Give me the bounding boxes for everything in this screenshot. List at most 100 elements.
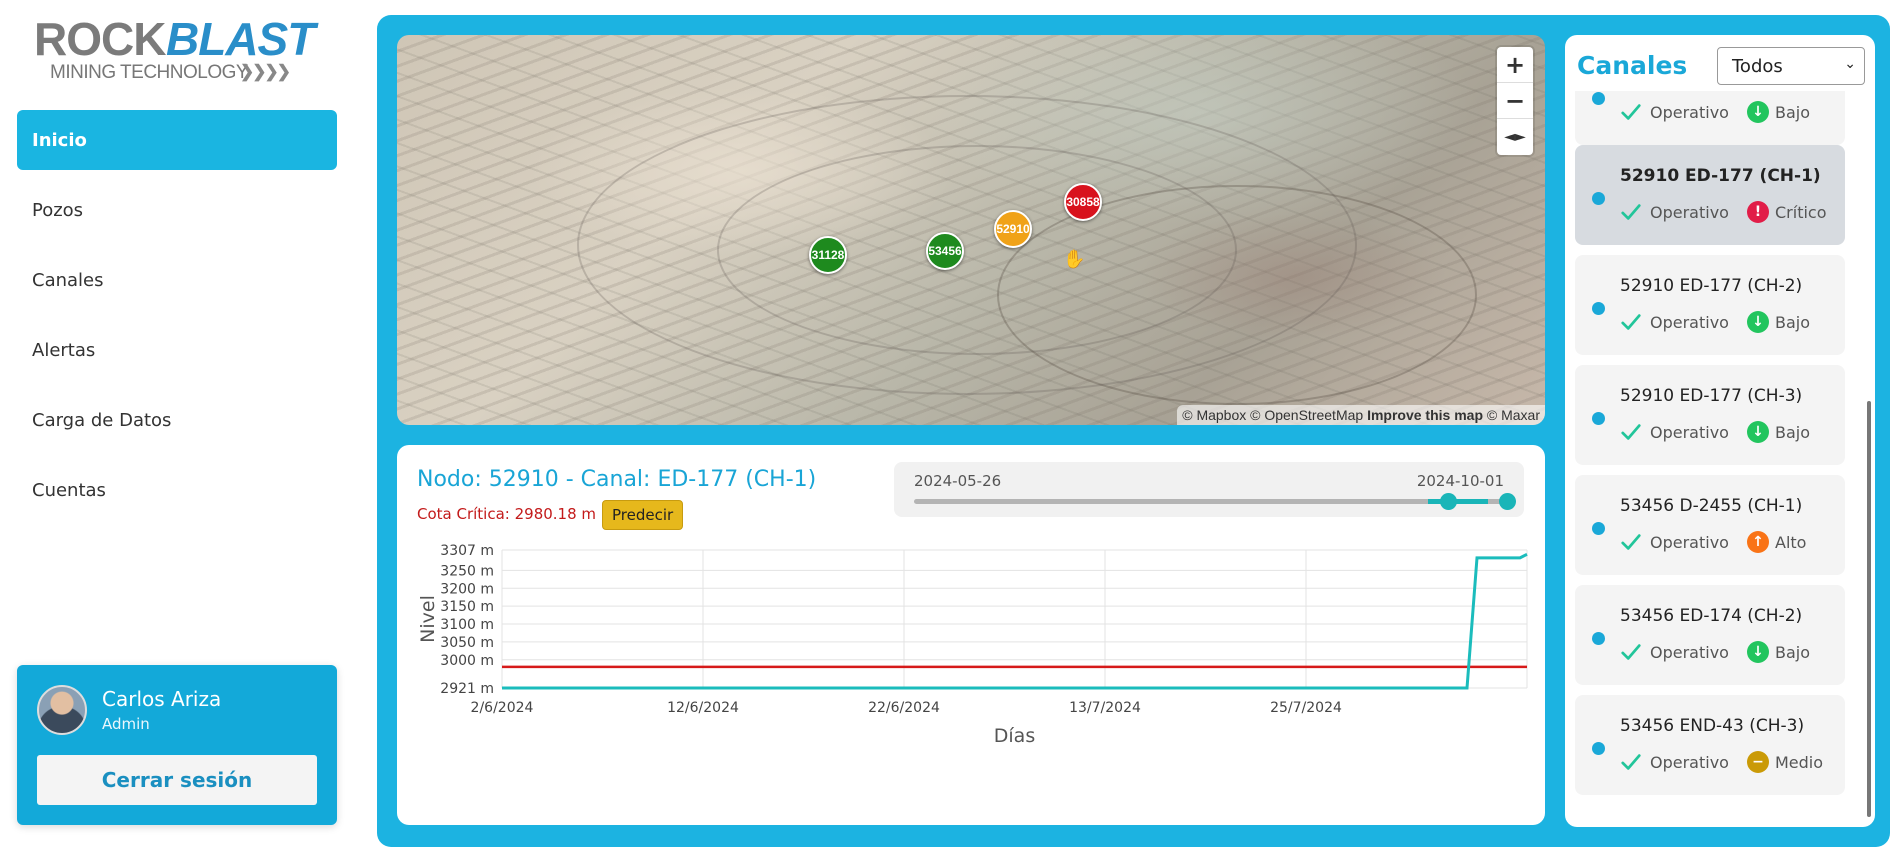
channel-status: Operativo [1650,203,1729,222]
main-nav: Inicio Pozos Canales Alertas Carga de Da… [17,110,337,530]
channel-card[interactable]: 53456 D-2455 (CH-1) Operativo ↑ Alto [1575,475,1845,575]
check-icon [1621,104,1641,120]
channel-title: 52910 ED-177 (CH-1) [1620,166,1821,186]
maxar-link[interactable]: © Maxar [1487,407,1540,423]
x-tick-label: 12/6/2024 [667,700,739,716]
logout-button[interactable]: Cerrar sesión [37,755,317,805]
chevron-down-icon: ⌄ [1844,56,1856,72]
map-marker[interactable]: 53456 [926,232,964,270]
channel-level: Crítico [1775,203,1827,222]
channel-status: Operativo [1650,313,1729,332]
y-tick-label: 3100 m [440,617,494,633]
scrollbar[interactable] [1867,401,1871,817]
avatar [37,685,87,735]
x-tick-label: 2/6/2024 [471,700,534,716]
nav-item-canales[interactable]: Canales [17,250,337,310]
channel-status-dot [1592,522,1605,535]
channels-panel: Canales Todos ⌄ Operativo ↓ Bajo 52910 ED-1… [1565,35,1875,827]
channel-title: 53456 D-2455 (CH-1) [1620,496,1803,516]
y-tick-label: 3250 m [440,563,494,579]
channel-list[interactable]: Operativo ↓ Bajo 52910 ED-177 (CH-1) Operati… [1565,91,1865,827]
logo-blast: BLAST [166,13,315,65]
channel-card[interactable]: 52910 ED-177 (CH-1) Operativo! Crítico [1575,145,1845,245]
x-tick-label: 13/7/2024 [1069,700,1141,716]
range-end-handle[interactable] [1499,493,1516,510]
channel-card[interactable]: 53456 END-43 (CH-3) Operativo − Medio [1575,695,1845,795]
channel-status: Operativo [1650,103,1729,122]
nav-item-carga-de-datos[interactable]: Carga de Datos [17,390,337,450]
compass-button[interactable]: ◄► [1497,119,1533,155]
logo-chevrons: ❯❯❯❯ [240,62,291,81]
improve-map-link[interactable]: Improve this map [1367,407,1483,423]
y-tick-label: 3000 m [440,653,494,669]
zoom-in-button[interactable]: + [1497,47,1533,83]
channel-status: Operativo [1650,753,1729,772]
nav-item-inicio[interactable]: Inicio [17,110,337,170]
channel-level: Alto [1775,533,1807,552]
y-axis-title: Nivel [417,595,439,643]
level-icon: − [1747,751,1769,773]
channel-card[interactable]: 53456 ED-174 (CH-2) Operativo ↓ Bajo [1575,585,1845,685]
satellite-map[interactable]: 31128 53456 52910 30858 ✋ + − ◄► © Mapbo… [397,35,1545,425]
level-icon: ↓ [1747,421,1769,443]
main-panel: 31128 53456 52910 30858 ✋ + − ◄► © Mapbo… [377,15,1890,847]
range-track[interactable] [914,499,1504,504]
rockblast-logo[interactable]: ROCK BLAST MINING TECHNOLOGY ❯❯❯❯ [34,12,315,84]
level-icon: ↓ [1747,311,1769,333]
attribution-text[interactable]: © Mapbox © OpenStreetMap [1182,407,1363,423]
channel-title: 53456 END-43 (CH-3) [1620,716,1805,736]
check-icon [1621,314,1641,330]
channel-title: 53456 ED-174 (CH-2) [1620,606,1803,626]
channel-level: Bajo [1775,423,1811,442]
check-icon [1621,754,1641,770]
channel-filter-select[interactable]: Todos ⌄ [1717,47,1865,85]
channel-card[interactable]: Operativo ↓ Bajo [1575,91,1845,145]
level-icon: ! [1747,201,1769,223]
y-tick-label: 3150 m [440,599,494,615]
date-range-slider: 2024-05-26 2024-10-01 [894,462,1524,517]
channel-status-dot [1592,632,1605,645]
channel-status: Operativo [1650,643,1729,662]
map-controls: + − ◄► [1497,47,1533,155]
channel-level: Bajo [1775,103,1811,122]
channel-level: Medio [1775,753,1824,772]
map-attribution: © Mapbox © OpenStreetMap Improve this ma… [1177,405,1545,425]
y-axis: 3307 m 3250 m 3200 m 3150 m 3100 m 3050 m 3000… [440,543,494,697]
channel-level: Bajo [1775,643,1811,662]
channel-card[interactable]: 52910 ED-177 (CH-2) Operativo ↓ Bajo [1575,255,1845,355]
level-icon: ↓ [1747,101,1769,123]
zoom-out-button[interactable]: − [1497,83,1533,119]
check-icon [1621,424,1641,440]
x-tick-label: 22/6/2024 [868,700,940,716]
y-tick-label: 3307 m [440,543,494,559]
nav-item-pozos[interactable]: Pozos [17,180,337,240]
check-icon [1621,204,1641,220]
nav-item-alertas[interactable]: Alertas [17,320,337,380]
channel-status-dot [1592,302,1605,315]
channel-card[interactable]: 52910 ED-177 (CH-3) Operativo ↓ Bajo [1575,365,1845,465]
critical-level-text: Cota Crítica: 2980.18 m [417,505,597,523]
map-marker[interactable]: 52910 [994,210,1032,248]
map-marker[interactable]: 30858 [1064,183,1102,221]
x-axis-title: Días [994,725,1035,747]
level-icon: ↑ [1747,531,1769,553]
logo-rock: ROCK [34,13,166,65]
predict-button[interactable]: Predecir [602,500,684,530]
user-name: Carlos Ariza [102,687,222,711]
user-card: Carlos Ariza Admin Cerrar sesión [17,665,337,825]
channels-title: Canales [1577,51,1688,80]
map-marker[interactable]: 31128 [809,236,847,274]
range-fill [1428,499,1488,504]
channel-status-dot [1592,92,1605,105]
chart-title: Nodo: 52910 - Canal: ED-177 (CH-1) [417,467,817,492]
channel-status-dot [1592,412,1605,425]
y-tick-label: 3050 m [440,635,494,651]
level-icon: ↓ [1747,641,1769,663]
nav-item-cuentas[interactable]: Cuentas [17,460,337,520]
user-role: Admin [102,715,150,733]
filter-value: Todos [1732,55,1783,77]
y-tick-label: 2921 m [440,681,494,697]
range-start-label: 2024-05-26 [914,472,1002,490]
range-start-handle[interactable] [1440,493,1457,510]
channel-status-dot [1592,192,1605,205]
